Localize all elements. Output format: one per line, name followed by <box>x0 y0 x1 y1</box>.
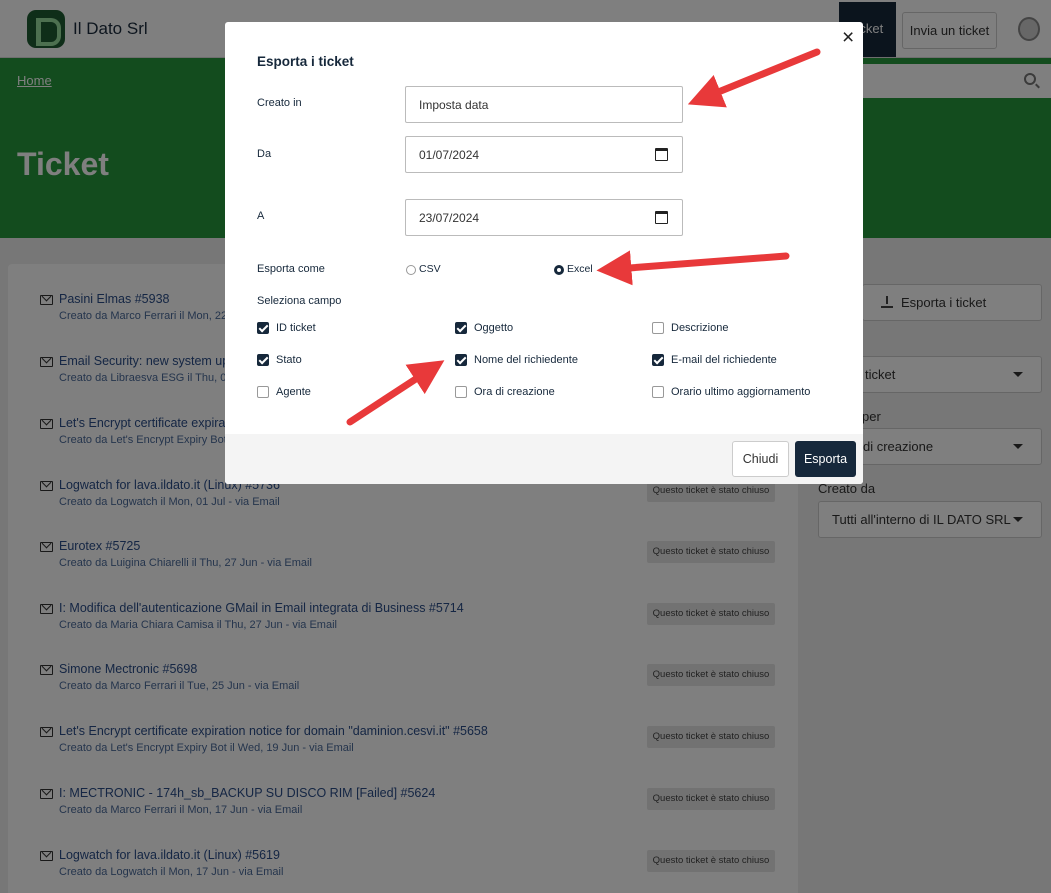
created-in-value: Imposta data <box>419 98 489 112</box>
checkbox-last-update[interactable] <box>652 386 664 398</box>
checkbox-agent[interactable] <box>257 386 269 398</box>
csv-radio[interactable] <box>406 265 416 275</box>
close-button[interactable]: Chiudi <box>732 441 789 477</box>
checkbox-id-ticket[interactable] <box>257 322 269 334</box>
calendar-icon[interactable] <box>655 211 668 224</box>
field-label-agent[interactable]: Agente <box>276 386 311 398</box>
close-icon[interactable]: × <box>842 27 854 48</box>
checkbox-requester-email[interactable] <box>652 354 664 366</box>
export-button[interactable]: Esporta <box>795 441 856 477</box>
from-date-label: Da <box>257 148 272 160</box>
export-tickets-modal: × Esporta i ticket Creato in Imposta dat… <box>225 22 863 484</box>
field-label-subject[interactable]: Oggetto <box>474 322 513 334</box>
checkbox-description[interactable] <box>652 322 664 334</box>
field-label-creation-time[interactable]: Ora di creazione <box>474 386 555 398</box>
created-in-label: Creato in <box>257 97 302 109</box>
created-in-select[interactable]: Imposta data <box>405 86 683 123</box>
field-label-id-ticket[interactable]: ID ticket <box>276 322 316 334</box>
to-date-value: 23/07/2024 <box>419 211 480 225</box>
to-date-label: A <box>257 210 265 222</box>
excel-radio[interactable] <box>554 265 564 275</box>
field-label-description[interactable]: Descrizione <box>671 322 728 334</box>
csv-label[interactable]: CSV <box>419 263 441 275</box>
field-label-last-update[interactable]: Orario ultimo aggiornamento <box>671 386 810 398</box>
excel-label[interactable]: Excel <box>567 263 593 275</box>
checkbox-status[interactable] <box>257 354 269 366</box>
field-label-status[interactable]: Stato <box>276 354 302 366</box>
checkbox-creation-time[interactable] <box>455 386 467 398</box>
field-label-requester-name[interactable]: Nome del richiedente <box>474 354 578 366</box>
to-date-input[interactable]: 23/07/2024 <box>405 199 683 236</box>
checkbox-subject[interactable] <box>455 322 467 334</box>
calendar-icon[interactable] <box>655 148 668 161</box>
modal-title: Esporta i ticket <box>257 54 354 69</box>
from-date-value: 01/07/2024 <box>419 148 480 162</box>
field-label-requester-email[interactable]: E-mail del richiedente <box>671 354 777 366</box>
from-date-input[interactable]: 01/07/2024 <box>405 136 683 173</box>
checkbox-requester-name[interactable] <box>455 354 467 366</box>
select-fields-label: Seleziona campo <box>257 295 342 307</box>
modal-footer: Chiudi Esporta <box>225 434 863 484</box>
export-as-label: Esporta come <box>257 263 325 275</box>
